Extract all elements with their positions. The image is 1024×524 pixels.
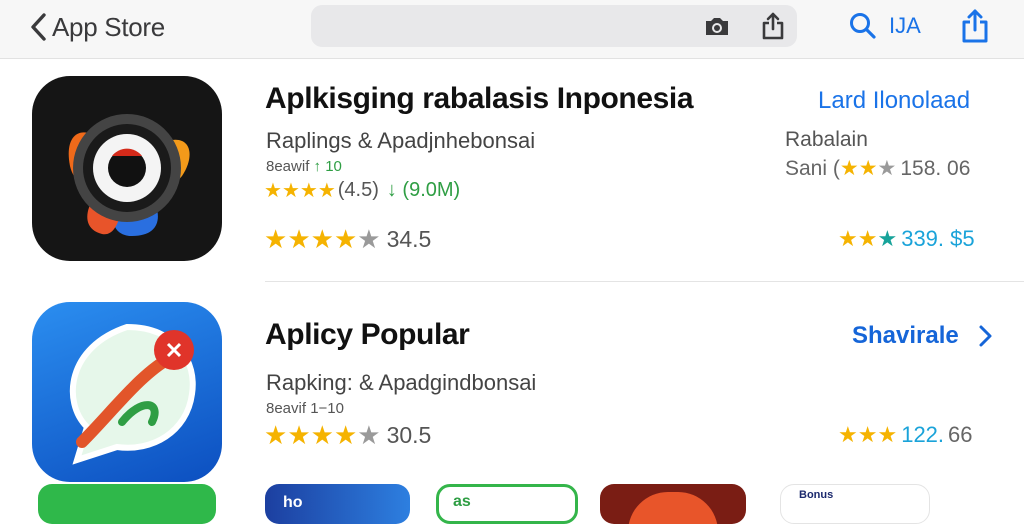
tiny-label-a: 8eawif: [266, 158, 310, 175]
app-icon-3[interactable]: [38, 484, 216, 524]
price-row[interactable]: ★ ★ ★ 122. 66: [838, 422, 973, 448]
download-link[interactable]: Lard Ilonolaad: [818, 87, 970, 115]
star-icon: ★: [858, 157, 878, 180]
star-icon: ★: [264, 180, 282, 202]
app-title[interactable]: Aplicy Popular: [265, 318, 470, 352]
price-row[interactable]: ★ ★ ★ 339. $5: [838, 226, 975, 252]
bottom-tile-3[interactable]: [600, 484, 746, 524]
app-row-1[interactable]: Aplkisging rabalasis Inponesia Raplings …: [0, 0, 1024, 280]
star-icon: ★: [877, 422, 898, 447]
star-icon: ★: [838, 422, 858, 447]
star-icon: ★: [310, 420, 334, 450]
rating-stars-row: ★ ★ ★ ★ (4.5) ↓ (9.0M): [264, 178, 460, 203]
app-tiny-label: 8eavif 1−10: [266, 400, 344, 417]
star-icon: ★: [333, 420, 358, 450]
score-stars-row: ★ ★ ★ ★ ★ 34.5: [264, 224, 431, 255]
tile-label: as: [453, 493, 471, 510]
tile-label: Bonus: [799, 489, 834, 501]
star-icon: ★: [310, 224, 334, 254]
star-icon: ★: [857, 226, 878, 251]
app-tiny-label: 8eawif ↑ 10: [266, 158, 342, 175]
chevron-right-icon: [979, 325, 992, 347]
star-icon: ★: [357, 224, 381, 254]
tile-label: ho: [283, 494, 303, 511]
star-icon: ★: [299, 180, 318, 202]
star-icon: ★: [287, 224, 311, 254]
action-link[interactable]: Shavirale: [852, 322, 997, 350]
score-value: 34.5: [386, 226, 432, 252]
chat-bubble-logo-icon: [69, 323, 196, 465]
price-value: 122.: [901, 422, 945, 447]
download-count: ↓ (9.0M): [386, 179, 461, 201]
rating-value: (4.5): [337, 179, 379, 201]
star-icon: ★: [333, 224, 358, 254]
star-icon: ★: [281, 180, 300, 202]
app-icon-1[interactable]: [32, 76, 222, 261]
tile-graphic: [628, 492, 718, 524]
star-icon: ★: [877, 226, 898, 251]
tiny-label-b: ↑ 10: [313, 158, 342, 175]
aperture-logo-icon: [68, 114, 190, 236]
star-icon: ★: [317, 180, 336, 202]
star-icon: ★: [357, 420, 381, 450]
bottom-tile-4[interactable]: Bonus: [780, 484, 930, 524]
bottom-tile-2[interactable]: as: [436, 484, 578, 524]
score-value: 30.5: [386, 422, 432, 448]
app-subtitle: Raplings & Apadjnhebonsai: [266, 128, 536, 153]
app-title[interactable]: Aplkisging rabalasis Inponesia: [265, 82, 694, 116]
bottom-tile-1[interactable]: ho: [265, 484, 410, 524]
score-stars-row: ★ ★ ★ ★ ★ 30.5: [264, 420, 431, 451]
star-icon: ★: [264, 224, 288, 254]
meta-value: 158. 06: [900, 156, 971, 180]
price-value: 339. $5: [901, 226, 975, 251]
star-icon: ★: [264, 420, 288, 450]
star-icon: ★: [287, 420, 311, 450]
meta-label: Rabalain: [785, 128, 868, 151]
star-icon: ★: [839, 157, 859, 180]
meta-prefix: Sani (: [785, 156, 840, 180]
app-row-2[interactable]: Aplicy Popular Rapking: & Apadgindbonsai…: [0, 282, 1024, 482]
star-icon: ★: [877, 157, 897, 180]
app-subtitle: Rapking: & Apadgindbonsai: [266, 370, 537, 395]
action-label: Shavirale: [852, 322, 959, 349]
price-suffix: 66: [948, 422, 973, 447]
app-icon-2[interactable]: [32, 302, 222, 482]
meta-rating-row: Sani ( ★ ★ ★ 158. 06: [785, 156, 970, 181]
star-icon: ★: [857, 422, 878, 447]
star-icon: ★: [838, 226, 858, 251]
